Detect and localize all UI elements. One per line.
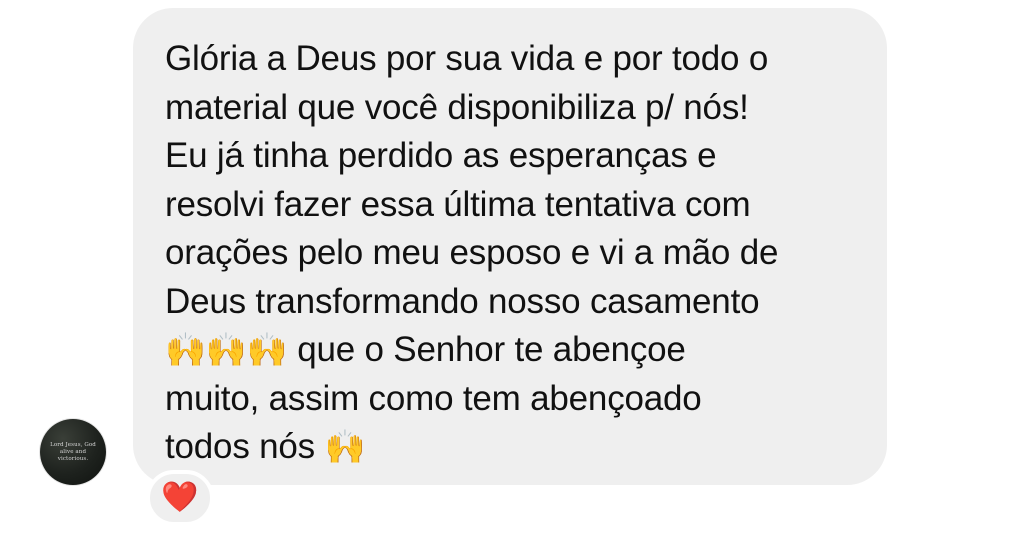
reaction-badge[interactable]: ❤️	[146, 470, 214, 526]
sender-avatar[interactable]: Lord Jesus, God alive and victorious.	[40, 419, 106, 485]
message-line-4: resolvi fazer essa última tentativa com	[165, 184, 751, 224]
message-line-8: muito, assim como tem abençoado	[165, 378, 702, 418]
message-line-7-text: que o Senhor te abençoe	[287, 330, 686, 369]
message-text: Glória a Deus por sua vida e por todo o …	[165, 35, 857, 472]
raising-hands-emoji-icon: 🙌🙌🙌	[165, 330, 288, 369]
message-line-3: Eu já tinha perdido as esperanças e	[165, 136, 717, 175]
avatar-caption: Lord Jesus, God alive and victorious.	[50, 441, 96, 462]
message-line-6: Deus transformando nosso casamento	[165, 281, 760, 321]
message-line-1: Glória a Deus por sua vida e por todo o	[165, 39, 769, 78]
message-line-9-text: todos nós	[165, 427, 325, 466]
message-line-9: todos nós 🙌	[165, 423, 857, 472]
heart-icon: ❤️	[161, 480, 199, 515]
message-line-2: material que você disponibiliza p/ nós!	[165, 87, 749, 127]
message-bubble[interactable]: Glória a Deus por sua vida e por todo o …	[133, 8, 887, 485]
message-line-5: orações pelo meu esposo e vi a mão de	[165, 233, 779, 272]
chat-screen: Glória a Deus por sua vida e por todo o …	[0, 0, 1024, 539]
raising-hands-emoji-icon: 🙌	[324, 427, 366, 466]
message-line-7: 🙌🙌🙌 que o Senhor te abençoe	[165, 326, 857, 375]
